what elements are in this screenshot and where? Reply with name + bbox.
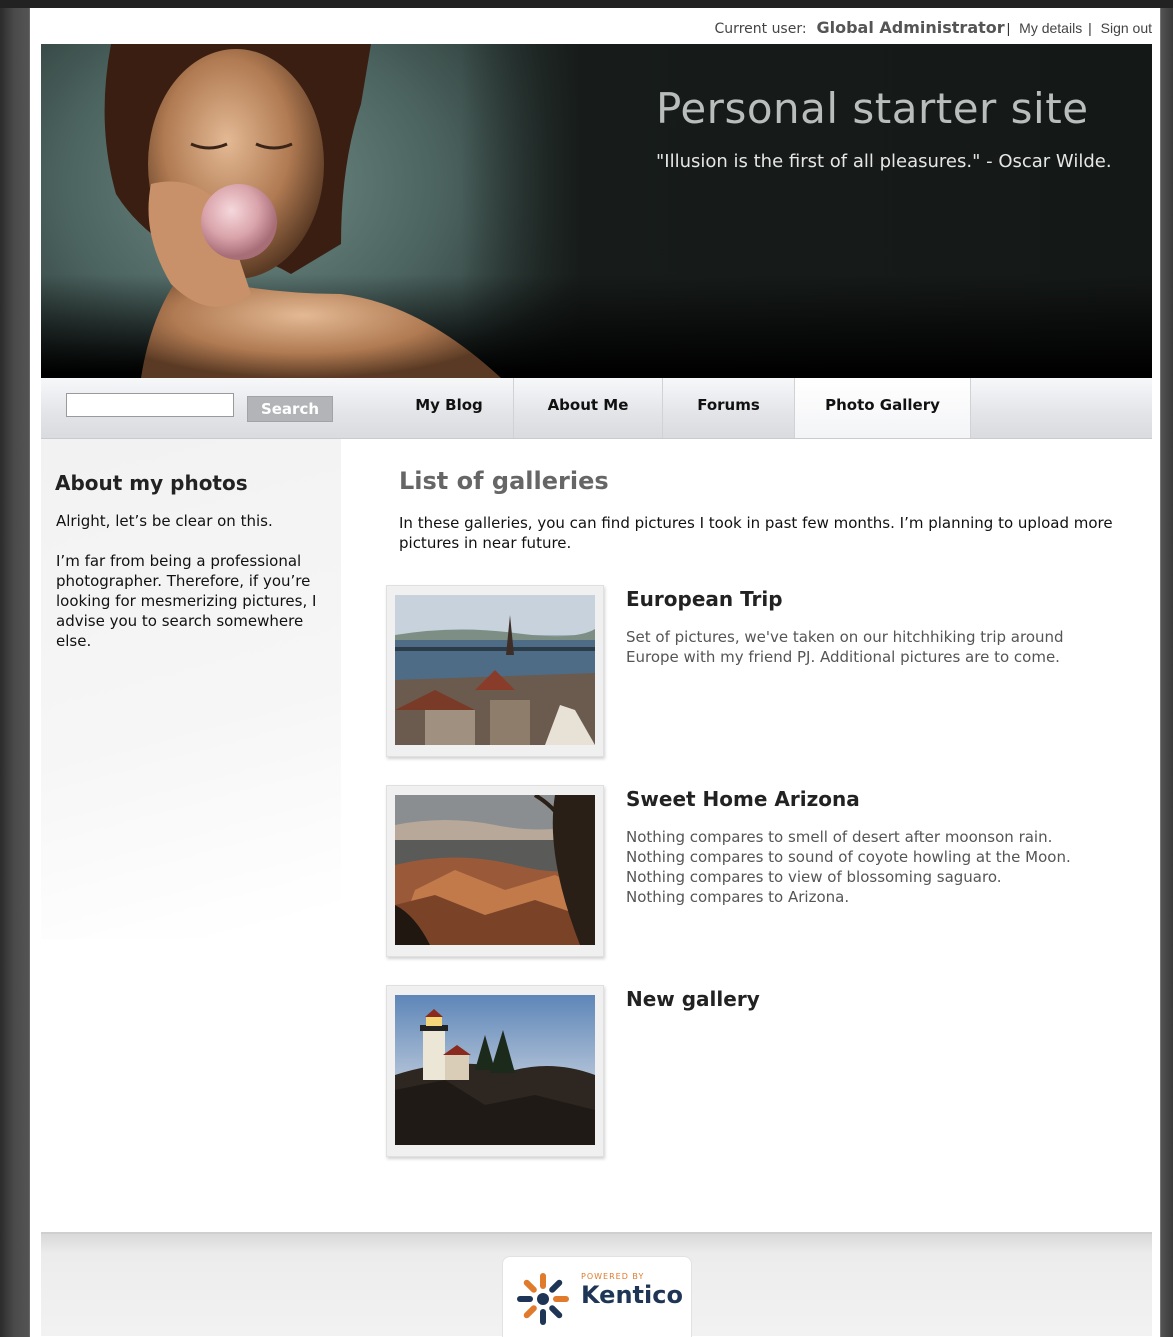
window-top-strip: [0, 0, 1173, 8]
gallery-title[interactable]: Sweet Home Arizona: [626, 787, 860, 811]
gallery-title[interactable]: European Trip: [626, 587, 783, 611]
main-menu: My Blog About Me Forums Photo Gallery: [385, 378, 971, 438]
separator: |: [1088, 20, 1092, 36]
site-header: Personal starter site "Illusion is the f…: [41, 44, 1152, 378]
my-details-link[interactable]: My details: [1019, 20, 1082, 36]
page-title: List of galleries: [399, 467, 609, 495]
current-user-label: Current user:: [714, 21, 807, 37]
powered-by-kentico-badge[interactable]: POWERED BY Kentico: [502, 1256, 692, 1337]
site-quote: "Illusion is the first of all pleasures.…: [656, 151, 1112, 172]
kentico-logo-icon: [517, 1273, 569, 1325]
page: Current user: Global Administrator | My d…: [30, 8, 1160, 1337]
separator: |: [1006, 20, 1011, 36]
header-portrait-image: [104, 44, 501, 378]
gallery-thumbnail[interactable]: [386, 785, 604, 957]
nav-item-my-blog[interactable]: My Blog: [385, 378, 514, 438]
gallery-thumbnail[interactable]: [386, 585, 604, 757]
sidebar: About my photos Alright, let’s be clear …: [41, 439, 341, 939]
search-input[interactable]: [66, 393, 234, 417]
lighthouse-photo-icon: [395, 995, 595, 1145]
sidebar-paragraph: Alright, let’s be clear on this.: [56, 512, 273, 530]
canyon-photo-icon: [395, 795, 595, 945]
nav-item-about-me[interactable]: About Me: [514, 378, 663, 438]
gallery-item: Sweet Home Arizona Nothing compares to s…: [386, 785, 1126, 957]
sidebar-title: About my photos: [55, 471, 248, 495]
galleries-intro: In these galleries, you can find picture…: [399, 514, 1113, 552]
sign-out-link[interactable]: Sign out: [1101, 20, 1152, 36]
navigation-bar: Search My Blog About Me Forums Photo Gal…: [41, 378, 1152, 439]
gallery-item: New gallery: [386, 985, 1126, 1157]
city-photo-icon: [395, 595, 595, 745]
gallery-description: Set of pictures, we've taken on our hitc…: [626, 628, 1064, 666]
footer: POWERED BY Kentico: [41, 1232, 1152, 1337]
gallery-thumbnail[interactable]: [386, 985, 604, 1157]
sidebar-paragraph: I’m far from being a professional photog…: [56, 552, 317, 650]
gallery-description: Nothing compares to smell of desert afte…: [626, 828, 1071, 906]
nav-item-forums[interactable]: Forums: [663, 378, 795, 438]
powered-by-text: POWERED BY: [581, 1272, 645, 1281]
search-button[interactable]: Search: [247, 396, 333, 422]
gallery-item: European Trip Set of pictures, we've tak…: [386, 585, 1126, 757]
user-bar: Current user: Global Administrator | My d…: [30, 8, 1152, 42]
site-title: Personal starter site: [656, 84, 1089, 133]
brand-name: Kentico: [581, 1281, 683, 1309]
nav-item-photo-gallery[interactable]: Photo Gallery: [795, 378, 971, 438]
current-user-name: Global Administrator: [816, 18, 1005, 37]
gallery-title[interactable]: New gallery: [626, 987, 760, 1011]
